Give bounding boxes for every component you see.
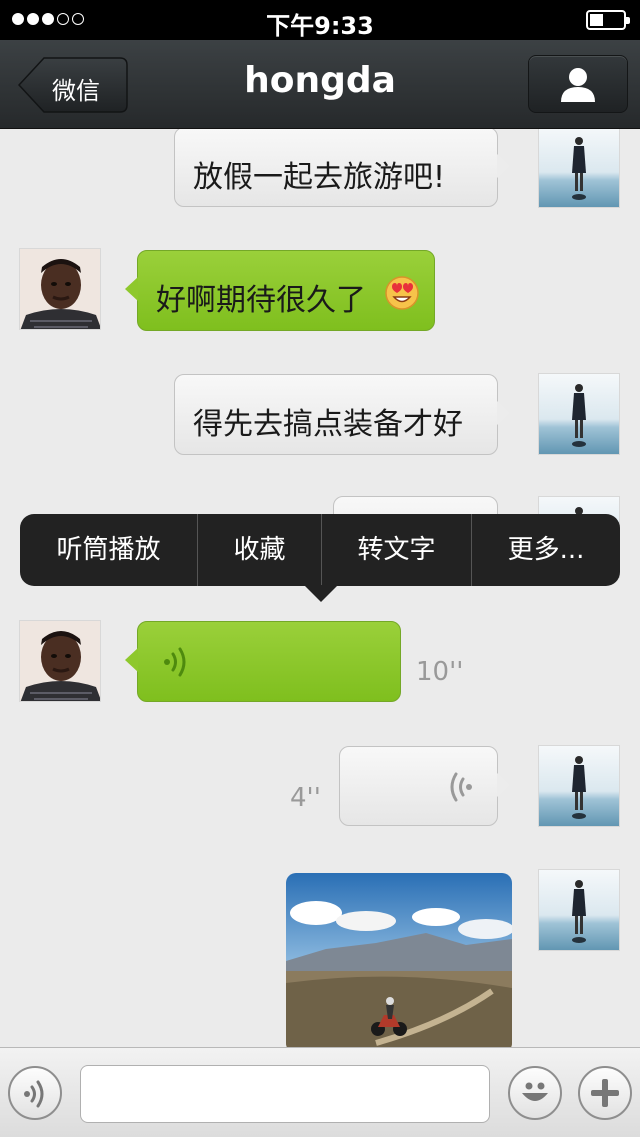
voice-message-bubble[interactable]: [125, 621, 401, 702]
voice-message-bubble[interactable]: [339, 746, 510, 826]
message-text: 好啊期待很久了: [156, 283, 366, 318]
contact-avatar[interactable]: [19, 620, 101, 702]
navigation-bar: 微信 hongda: [0, 40, 640, 129]
more-button[interactable]: [578, 1066, 632, 1120]
my-avatar[interactable]: [538, 129, 620, 208]
smiley-icon: [522, 1082, 548, 1101]
menu-item-more[interactable]: 更多...: [472, 514, 620, 586]
plus-icon: [591, 1079, 619, 1107]
message-text: 得先去搞点装备才好: [193, 407, 463, 442]
voice-wave-icon: [450, 772, 472, 802]
contact-avatar[interactable]: [19, 248, 101, 330]
message-bubble[interactable]: 得先去搞点装备才好: [174, 374, 510, 455]
my-avatar[interactable]: [538, 745, 620, 827]
voice-wave-icon: [164, 647, 186, 677]
menu-item-convert-to-text[interactable]: 转文字: [322, 514, 471, 586]
heart-eyes-emoji-icon: [385, 276, 419, 310]
voice-duration: 4'': [290, 783, 321, 813]
menu-item-earpiece-playback[interactable]: 听筒播放: [20, 514, 197, 586]
voice-mode-button[interactable]: [8, 1066, 62, 1120]
message-bubble[interactable]: 放假一起去旅游吧!: [174, 129, 510, 207]
message-text: 放假一起去旅游吧!: [193, 160, 446, 195]
status-time: 下午9:33: [266, 12, 374, 40]
battery-icon: [586, 10, 630, 30]
my-avatar[interactable]: [538, 373, 620, 455]
message-bubble[interactable]: 好啊期待很久了: [125, 250, 435, 331]
menu-item-favorite[interactable]: 收藏: [198, 514, 321, 586]
profile-button[interactable]: [528, 55, 628, 113]
image-message[interactable]: [286, 873, 512, 1047]
my-avatar[interactable]: [538, 869, 620, 951]
message-input[interactable]: [80, 1065, 490, 1123]
person-icon: [561, 68, 595, 102]
voice-context-menu: 听筒播放 收藏 转文字 更多...: [20, 514, 620, 602]
input-bar: [0, 1047, 640, 1137]
status-bar: 下午9:33: [0, 0, 640, 40]
motorcycle-photo-icon: [286, 873, 512, 1047]
voice-mode-icon: [24, 1080, 44, 1108]
emoji-button[interactable]: [508, 1066, 562, 1120]
voice-duration: 10'': [416, 657, 464, 687]
menu-pointer: [304, 585, 338, 602]
